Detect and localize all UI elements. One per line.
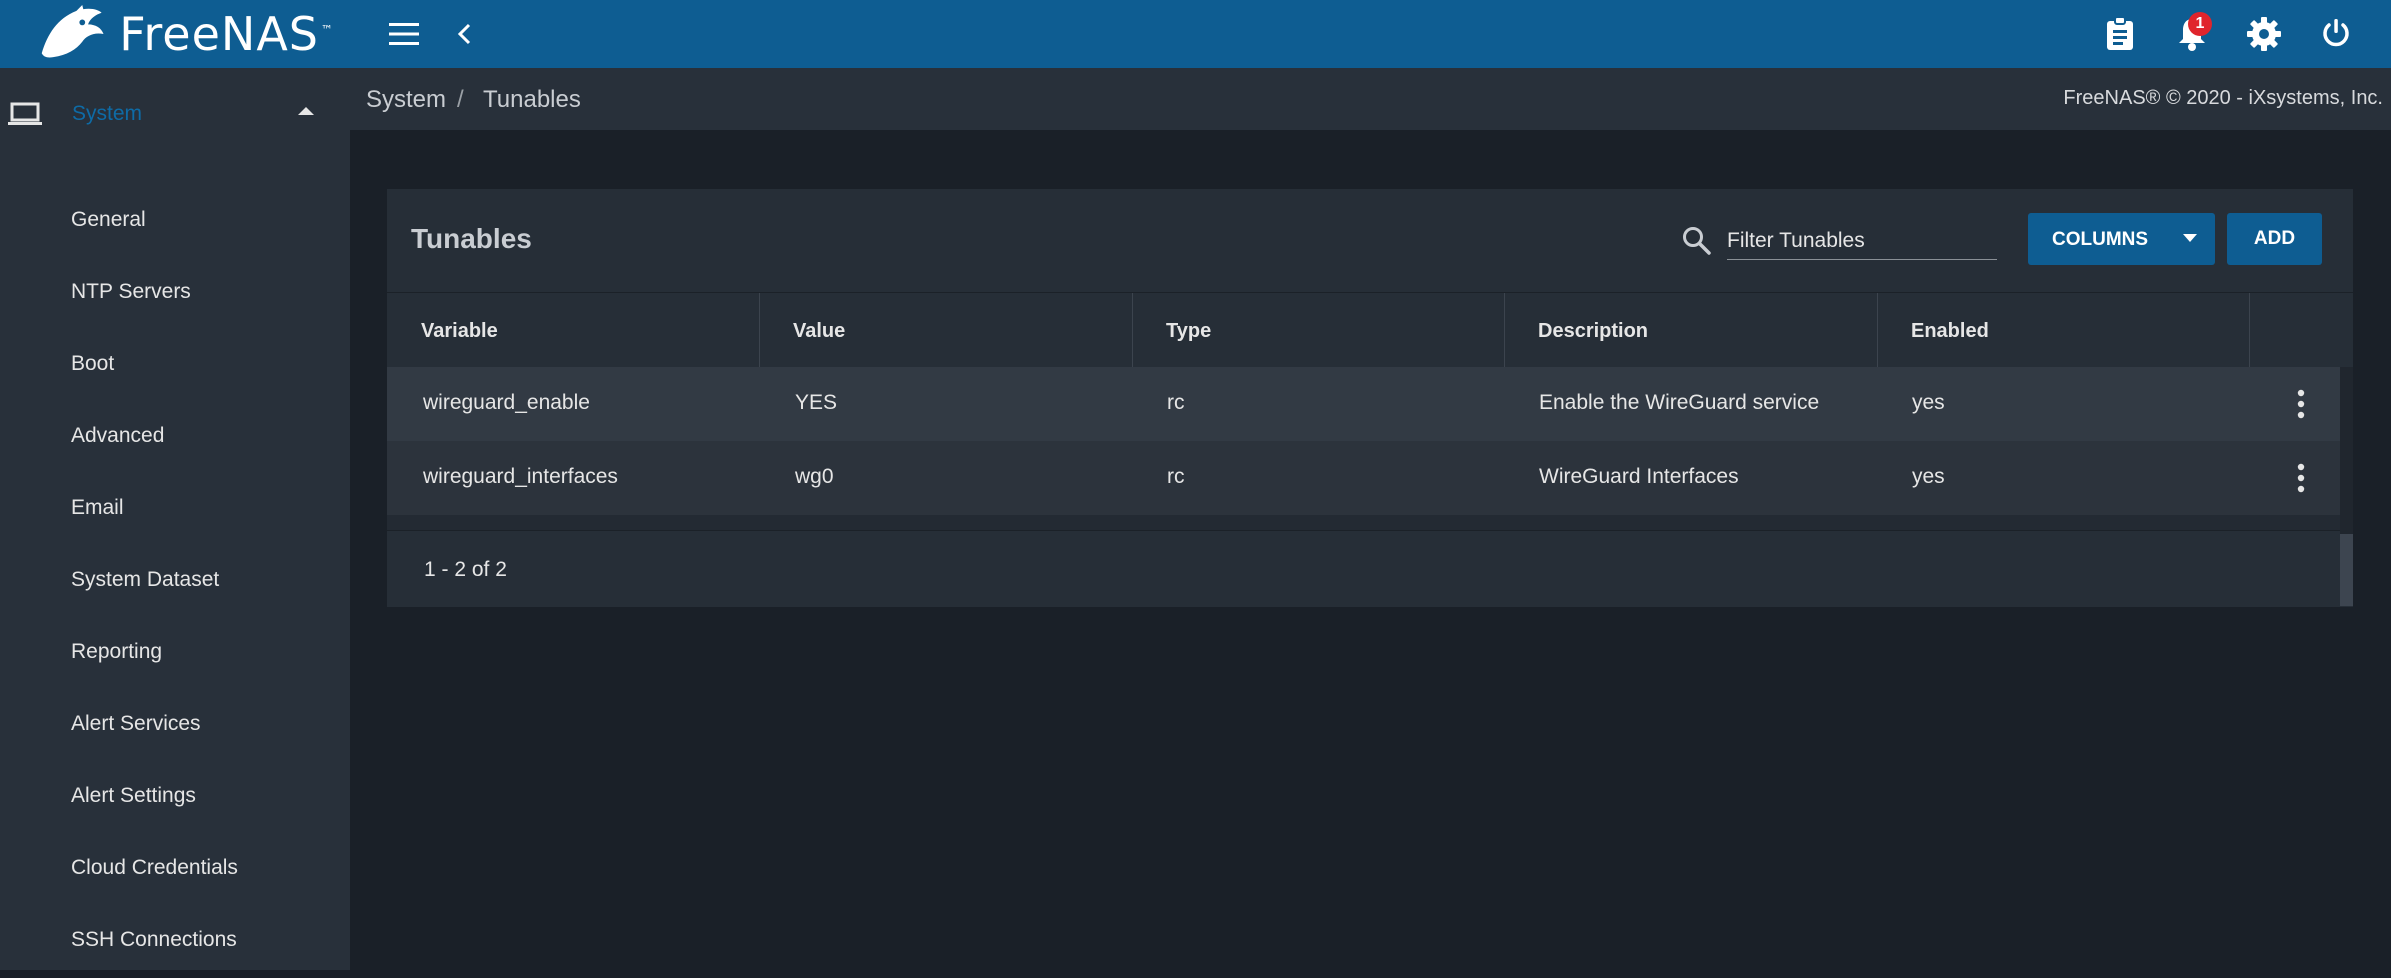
sidebar-item-system-dataset[interactable]: System Dataset [0,546,350,618]
caret-up-icon [298,107,314,115]
sidebar: System General NTP Servers Boot Advanced… [0,68,350,970]
table-footer: 1 - 2 of 2 [387,530,2353,607]
chevron-left-icon [457,23,471,45]
sidebar-item-alert-services[interactable]: Alert Services [0,690,350,762]
sidebar-item-alert-settings[interactable]: Alert Settings [0,762,350,834]
column-header-label: Type [1166,320,1212,342]
sidebar-item-system[interactable]: System [0,68,350,160]
column-header-description[interactable]: Description [1504,293,1877,368]
table-row[interactable]: wireguard_enable YES rc Enable the WireG… [387,367,2340,441]
columns-button[interactable]: COLUMNS [2028,213,2215,265]
power-icon [2323,19,2349,47]
hamburger-icon [389,23,419,45]
column-header-label: Variable [421,320,498,342]
top-bar: FreeNAS ™ 1 [0,0,2391,68]
column-header-variable[interactable]: Variable [387,293,759,368]
breadcrumb: System / Tunables FreeNAS® © 2020 - iXsy… [350,68,2391,130]
sidebar-item-label: SSH Connections [71,928,237,951]
sidebar-item-label: Alert Services [71,712,201,735]
filter-input[interactable] [1727,223,1997,260]
sidebar-item-general[interactable]: General [0,186,350,258]
breadcrumb-system-link[interactable]: System [366,86,446,114]
sidebar-item-cloud-credentials[interactable]: Cloud Credentials [0,834,350,906]
laptop-icon [8,102,42,125]
logo-text: FreeNAS ™ [119,7,334,61]
sidebar-item-label: Alert Settings [71,784,196,807]
breadcrumb-separator: / [457,86,464,113]
column-divider [2249,293,2250,368]
column-header-label: Enabled [1911,320,1989,342]
sidebar-item-boot[interactable]: Boot [0,330,350,402]
card-header: Tunables COLUMNS ADD [387,189,2353,292]
table-spacer [387,515,2340,530]
row-actions-icon[interactable] [2289,461,2313,495]
task-manager-button[interactable] [2096,10,2144,58]
sidebar-item-reporting[interactable]: Reporting [0,618,350,690]
sidebar-item-label: Email [71,496,124,519]
pagination-range: 1 - 2 of 2 [424,558,507,581]
gear-icon [2247,17,2281,51]
settings-button[interactable] [2240,10,2288,58]
column-header-type[interactable]: Type [1132,293,1504,368]
page-title: Tunables [411,223,532,254]
freenas-logo[interactable]: FreeNAS ™ [34,0,334,68]
sidebar-item-label: System [72,102,143,125]
sidebar-item-label: Boot [71,352,115,375]
add-button[interactable]: ADD [2227,213,2322,265]
table-row[interactable]: wireguard_interfaces wg0 rc WireGuard In… [387,441,2340,515]
tunables-card: Tunables COLUMNS ADD Variable Value Type… [387,189,2353,607]
column-header-label: Description [1538,320,1649,342]
collapse-sidebar-button[interactable] [440,10,488,58]
alerts-button[interactable]: 1 [2168,10,2216,58]
column-header-label: Value [793,320,846,342]
copyright-text: FreeNAS® © 2020 - iXsystems, Inc. [2063,87,2383,109]
sidebar-item-label: Advanced [71,424,165,447]
search-icon [1683,227,1711,255]
sidebar-item-label: Cloud Credentials [71,856,238,879]
sidebar-item-advanced[interactable]: Advanced [0,402,350,474]
sidebar-item-label: NTP Servers [71,280,191,303]
sidebar-item-label: General [71,208,146,231]
row-actions-icon[interactable] [2289,387,2313,421]
column-header-enabled[interactable]: Enabled [1877,293,2249,368]
scrollbar-thumb[interactable] [2340,534,2353,606]
dropdown-arrow-icon [2183,234,2197,242]
trademark: ™ [321,22,334,37]
clipboard-icon [2107,17,2133,50]
sidebar-item-label: Reporting [71,640,163,663]
menu-toggle-button[interactable] [380,10,428,58]
sidebar-item-ntp-servers[interactable]: NTP Servers [0,258,350,330]
table-header: Variable Value Type Description Enabled [387,292,2353,368]
columns-button-label: COLUMNS [2052,229,2149,250]
freenas-shark-icon [41,5,104,58]
breadcrumb-current: Tunables [483,86,581,113]
notification-badge: 1 [2188,12,2212,36]
sidebar-item-label: System Dataset [71,568,220,591]
sidebar-item-ssh-connections[interactable]: SSH Connections [0,906,350,978]
power-button[interactable] [2312,10,2360,58]
column-header-value[interactable]: Value [759,293,1132,368]
sidebar-item-email[interactable]: Email [0,474,350,546]
